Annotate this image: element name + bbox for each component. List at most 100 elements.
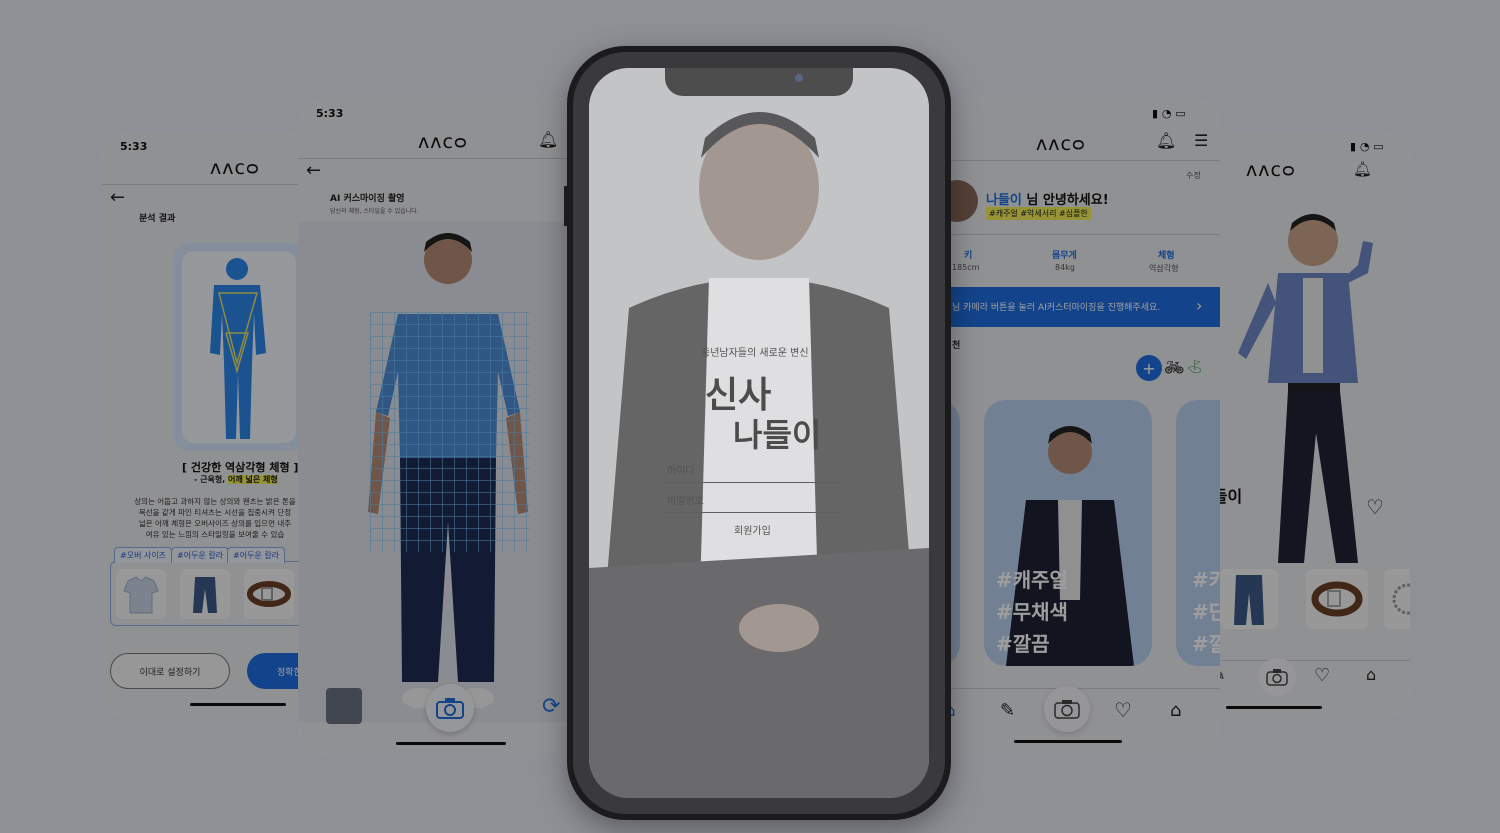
brand-logo: 신사 나들이 [705, 374, 822, 454]
next-card-tag-1: #카 [1192, 568, 1220, 592]
section-title: 분석 결과 [139, 214, 176, 224]
camera-tab-button[interactable] [1044, 686, 1090, 732]
next-card-tag-2: #단 [1192, 600, 1220, 624]
banner-text: 님 카메라 버튼을 눌러 AI커스터마이징을 진행해주세요. [952, 303, 1161, 313]
tagline: 중년남자들의 새로운 변신 [701, 348, 809, 359]
password-input[interactable] [665, 512, 841, 513]
product-jeans[interactable] [1220, 569, 1278, 629]
user-tags: #캐주얼 #악세서리 #심플한 [986, 207, 1091, 220]
camera-shutter-button[interactable] [426, 684, 474, 732]
header-divider [298, 158, 588, 159]
status-time: 5:33 [120, 140, 148, 153]
card-tag-1: #캐주얼 [996, 568, 1068, 592]
stat-body-value: 역삼각형 [1149, 264, 1179, 273]
home-indicator [190, 703, 286, 706]
style-card-next[interactable]: #카 #단 #깔 [1176, 400, 1220, 666]
set-as-is-button[interactable]: 이대로 설정하기 [110, 653, 230, 689]
greeting: 나들이 님 안녕하세요! [986, 193, 1109, 208]
bell-icon[interactable]: 🔔︎ [1156, 131, 1176, 150]
ai-banner[interactable]: 님 카메라 버튼을 눌러 AI커스터마이징을 진행해주세요. › [930, 287, 1220, 327]
body-silhouette-card [174, 243, 304, 451]
product-belt[interactable] [244, 569, 294, 619]
phone-style-detail: ▮ ◔ ▭ ᴧᴧcᴑ 🔔︎ 나들이 소개 ♡ ✎ ♡ [1198, 133, 1410, 718]
pencil-icon[interactable]: ✎ [1000, 700, 1015, 721]
stat-weight-value: 84kg [1055, 263, 1075, 272]
status-icons: ▮ ◔ ▭ [1350, 140, 1384, 153]
heart-icon[interactable]: ♡ [1366, 495, 1384, 519]
camera-tab-button[interactable] [1258, 658, 1296, 696]
stat-height-label: 키 [964, 251, 973, 261]
belt-icon [247, 581, 291, 607]
tag-tab-1[interactable]: #오버 사이즈 [114, 547, 173, 563]
id-label: 아이디 [667, 466, 695, 477]
header-divider [930, 160, 1220, 161]
camera-viewfinder [298, 222, 588, 722]
next-card-tag-3: #깔 [1192, 632, 1220, 656]
id-input[interactable] [665, 482, 841, 483]
center-phone-frame: 중년남자들의 새로운 변신 신사 나들이 아이디 비밀번호 회원가입 [564, 46, 951, 820]
gallery-thumbnail[interactable] [326, 688, 362, 724]
app-logo: ᴧᴧcᴑ [1246, 159, 1296, 181]
bell-icon[interactable]: 🔔︎ [1353, 160, 1372, 178]
screen-subtitle: 당신의 체형, 스타일을 수 있습니다. [330, 208, 419, 215]
mockup-stage: 5:33 ᴧᴧcᴑ ← 분석 결과 [ 건강한 역삼각형 체형 ] - 근육형,… [0, 0, 1500, 833]
front-camera-icon [795, 74, 803, 82]
app-logo: ᴧᴧcᴑ [210, 157, 260, 179]
edit-link[interactable]: 수정 [1186, 170, 1201, 181]
add-button[interactable]: + [1136, 355, 1162, 381]
signup-link[interactable]: 회원가입 [734, 522, 771, 537]
password-label: 비밀번호 [667, 496, 704, 507]
product-shirt[interactable] [116, 569, 166, 619]
tag-tab-3[interactable]: #어두운 칼라 [227, 547, 286, 563]
stat-body-label: 체형 [1158, 251, 1175, 261]
menu-icon[interactable]: ☰ [1194, 131, 1208, 150]
home-indicator [1014, 740, 1122, 743]
side-button [564, 186, 567, 226]
profile-divider [930, 234, 1220, 235]
tabbar-divider [1198, 660, 1410, 661]
product-bracelet[interactable] [1384, 569, 1410, 629]
result-title: [ 건강한 역삼각형 체형 ] [182, 461, 299, 474]
bracelet-icon [1392, 583, 1410, 615]
notch [665, 68, 853, 96]
store-icon[interactable]: ⌂ [1366, 665, 1376, 684]
model-photo [1238, 214, 1373, 563]
body-scan-grid [370, 312, 530, 552]
app-logo: ᴧᴧcᴑ [418, 131, 468, 153]
style-card-photo [1006, 426, 1134, 666]
heart-tab-icon[interactable]: ♡ [1314, 665, 1330, 686]
header-divider [102, 184, 312, 185]
heart-tab-icon[interactable]: ♡ [1114, 698, 1132, 722]
golf-icon[interactable]: ⛳︎ [1186, 360, 1203, 375]
phone-analysis-result: 5:33 ᴧᴧcᴑ ← 분석 결과 [ 건강한 역삼각형 체형 ] - 근육형,… [102, 133, 312, 718]
product-jeans[interactable] [180, 569, 230, 619]
home-indicator [1226, 706, 1322, 709]
camera-icon [436, 698, 464, 719]
stat-height-value: 185cm [952, 263, 980, 272]
camera-icon [1054, 700, 1080, 719]
app-logo: ᴧᴧcᴑ [1036, 133, 1086, 155]
style-card[interactable]: #캐주얼 #무채색 #깔끔 [984, 400, 1152, 666]
jeans-icon [1234, 575, 1264, 625]
belt-icon [1311, 581, 1363, 617]
phone-ai-camera: 5:33 ᴧᴧcᴑ 🔔︎ ← AI 커스마이징 촬영 당신의 체형, 스타일을 … [298, 98, 588, 753]
home-indicator [396, 742, 506, 745]
store-icon[interactable]: ⌂ [1170, 700, 1181, 721]
body-silhouette-icon [210, 258, 266, 439]
card-tag-2: #무채색 [996, 600, 1068, 624]
chevron-right-icon: › [1196, 296, 1203, 315]
phone-home: 3 ▮ ◔ ▭ ᴧᴧcᴑ 🔔︎ ☰ 수정 나들이 님 안녕하세요! #캐주얼 #… [930, 98, 1220, 753]
cycling-icon[interactable]: 🚲︎ [1164, 358, 1184, 377]
screen-title: AI 커스마이징 촬영 [330, 194, 405, 204]
camera-icon [1266, 669, 1288, 686]
result-subtitle: - 근육형, 어깨 넓은 체형 [194, 475, 278, 484]
bell-icon[interactable]: 🔔︎ [538, 130, 558, 149]
back-arrow-icon[interactable]: ← [110, 187, 125, 208]
flip-camera-icon[interactable]: ⟳ [542, 694, 560, 719]
product-belt[interactable] [1306, 569, 1368, 629]
tag-tab-2[interactable]: #어두운 칼라 [171, 547, 230, 563]
highlight-text: 어깨 넓은 체형 [228, 475, 278, 484]
back-arrow-icon[interactable]: ← [306, 160, 321, 181]
section-label: 천 [952, 341, 961, 351]
user-name: 나들이 [986, 193, 1022, 208]
